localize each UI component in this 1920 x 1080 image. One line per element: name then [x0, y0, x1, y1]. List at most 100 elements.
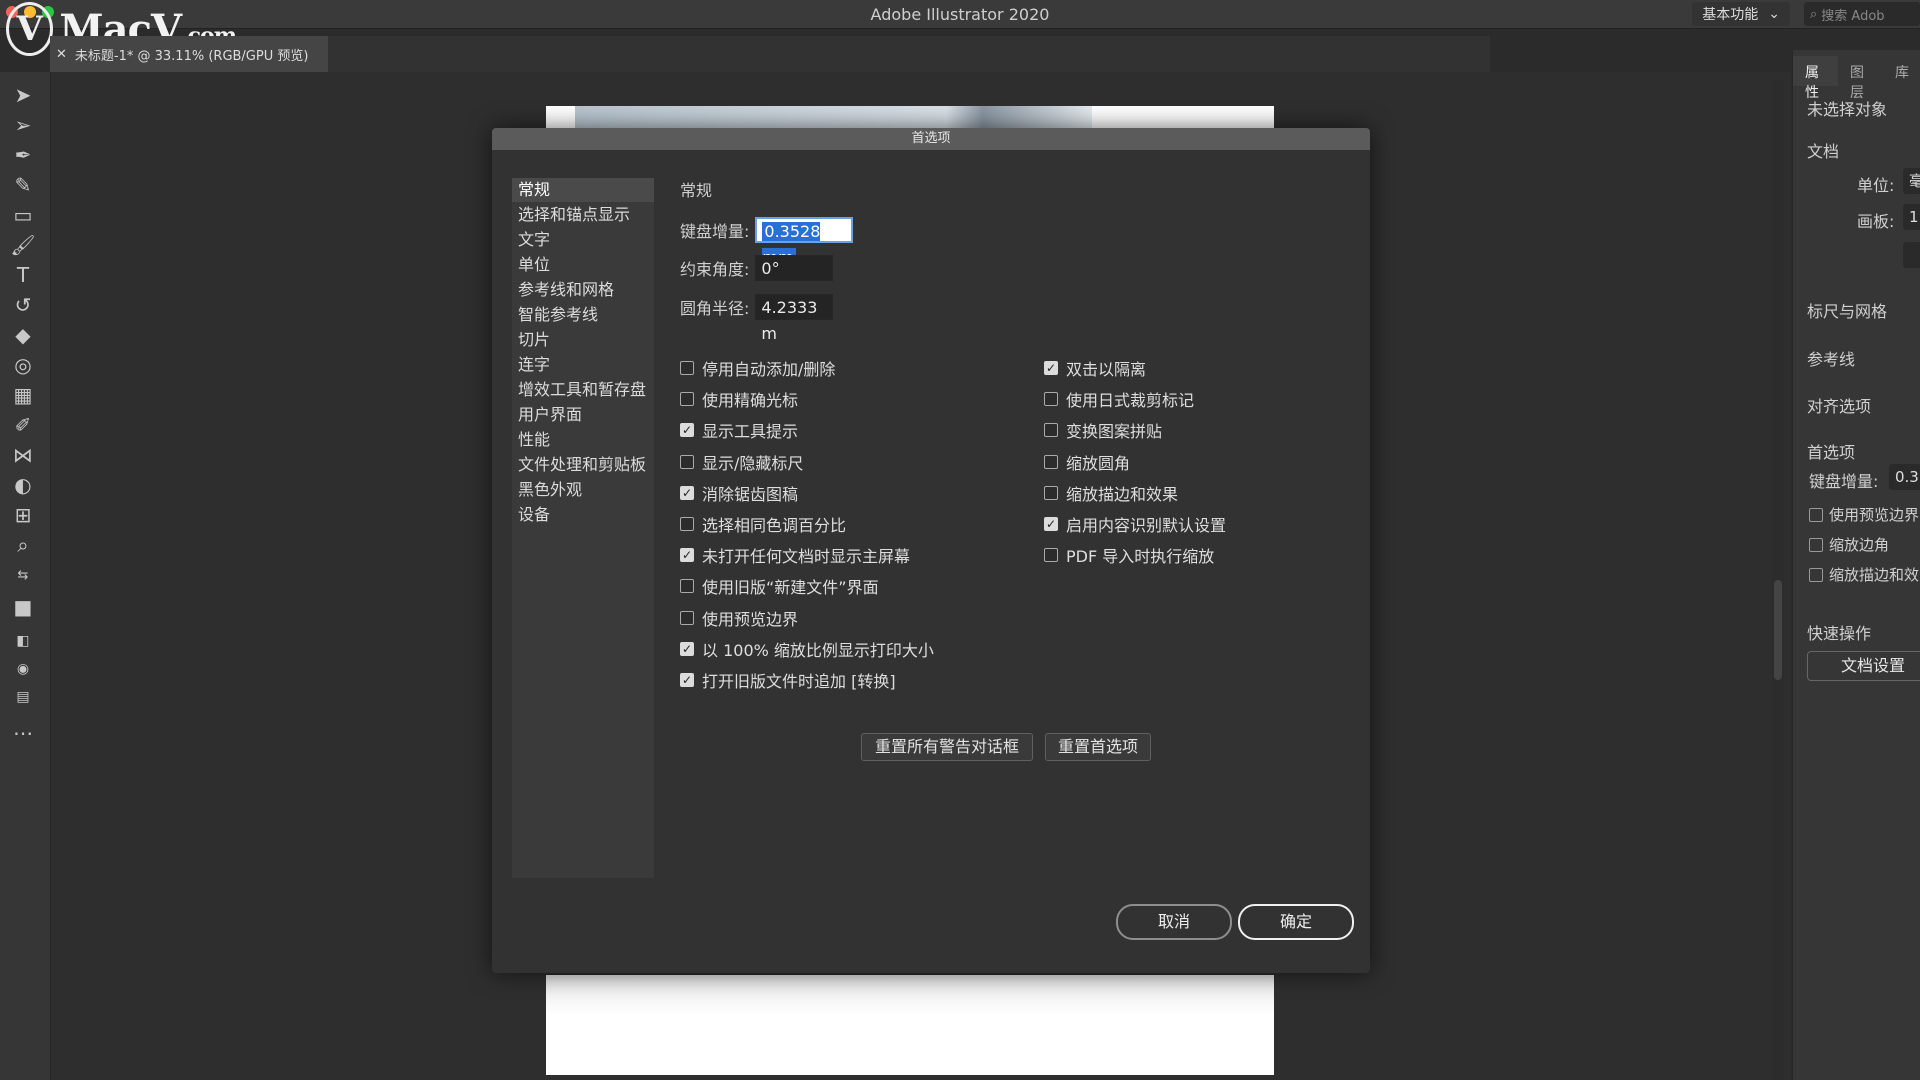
constrain-angle-input[interactable]: 0° — [755, 255, 834, 281]
fill-stroke-icon[interactable]: ■ — [10, 594, 36, 620]
curvature-tool-icon[interactable]: ✎ — [10, 172, 36, 198]
nav-item-performance[interactable]: 性能 — [512, 428, 654, 452]
paintbrush-tool-icon[interactable]: 🖌 — [10, 232, 36, 258]
nav-item-plugins[interactable]: 增效工具和暂存盘 — [512, 378, 654, 402]
checkbox-unchecked[interactable] — [680, 610, 694, 625]
gradient-tool-icon[interactable]: ▦ — [10, 382, 36, 408]
checkbox-unchecked[interactable] — [1044, 485, 1058, 500]
document-setup-button[interactable]: 文档设置 — [1807, 651, 1920, 681]
nav-item-hyphenation[interactable]: 连字 — [512, 353, 654, 377]
edit-artboards-button[interactable] — [1903, 242, 1920, 268]
document-tab[interactable]: ✕ 未标题-1* @ 33.11% (RGB/GPU 预览) — [50, 36, 328, 72]
nav-item-slices[interactable]: 切片 — [512, 328, 654, 352]
checkbox-unchecked[interactable] — [1044, 392, 1058, 407]
checkbox-unchecked[interactable] — [1044, 548, 1058, 563]
checkbox-row[interactable]: ✓ 打开旧版文件时追加 [转换] — [680, 668, 896, 692]
nav-item-guides-grid[interactable]: 参考线和网格 — [512, 278, 654, 302]
scroll-thumb[interactable] — [1774, 580, 1782, 680]
artboard-input[interactable]: 1 — [1903, 204, 1920, 230]
nav-item-smart-guides[interactable]: 智能参考线 — [512, 303, 654, 327]
checkbox-row[interactable]: 使用预览边界 — [680, 606, 798, 630]
checkbox-unchecked[interactable] — [680, 517, 694, 531]
type-tool-icon[interactable]: T — [10, 262, 36, 288]
checkbox-checked[interactable]: ✓ — [680, 423, 694, 438]
eraser-tool-icon[interactable]: ◆ — [10, 322, 36, 348]
direct-selection-tool-icon[interactable]: ➢ — [10, 112, 36, 138]
tab-properties[interactable]: 属性 — [1793, 56, 1838, 101]
checkbox-row[interactable]: 显示/隐藏标尺 — [680, 450, 803, 474]
nav-item-type[interactable]: 文字 — [512, 228, 654, 252]
checkbox-unchecked[interactable] — [1044, 423, 1058, 438]
checkbox-row[interactable]: 使用精确光标 — [680, 387, 798, 411]
checkbox-row[interactable]: 使用旧版“新建文件”界面 — [680, 574, 879, 598]
nav-item-devices[interactable]: 设备 — [512, 503, 654, 527]
checkbox-label: 缩放描边和效果 — [1066, 484, 1179, 504]
rotate-tool-icon[interactable]: ↺ — [10, 292, 36, 318]
cancel-button[interactable]: 取消 — [1116, 904, 1232, 940]
nav-item-file-handling[interactable]: 文件处理和剪贴板 — [512, 453, 654, 477]
more-tools-icon[interactable]: ⋯ — [10, 720, 36, 746]
eyedropper-tool-icon[interactable]: ✐ — [10, 412, 36, 438]
shape-builder-icon[interactable]: ◎ — [10, 352, 36, 378]
nav-item-units[interactable]: 单位 — [512, 253, 654, 277]
checkbox-unchecked[interactable] — [680, 392, 694, 407]
checkbox-unchecked[interactable] — [680, 361, 694, 375]
checkbox-checked[interactable]: ✓ — [680, 548, 694, 563]
width-tool-icon[interactable]: ⋈ — [10, 442, 36, 468]
checkbox-label: 使用日式裁剪标记 — [1066, 391, 1195, 411]
screen-mode-icon[interactable]: ▤ — [10, 684, 36, 710]
close-tab-icon[interactable]: ✕ — [56, 47, 67, 62]
pen-tool-icon[interactable]: ✒ — [10, 142, 36, 168]
snap-options-label: 对齐选项 — [1807, 397, 1872, 416]
tab-layers[interactable]: 图层 — [1838, 56, 1883, 101]
checkbox-checked[interactable]: ✓ — [1044, 517, 1058, 531]
selection-tool-icon[interactable]: ➤ — [10, 82, 36, 108]
draw-mode-icon[interactable]: ◉ — [10, 656, 36, 682]
checkbox-checked[interactable]: ✓ — [680, 673, 694, 687]
checkbox-row[interactable]: 选择相同色调百分比 — [680, 512, 846, 536]
scale-corners-checkbox[interactable] — [1809, 538, 1823, 552]
checkbox-row[interactable]: 缩放描边和效果 — [1044, 481, 1178, 505]
blend-tool-icon[interactable]: ◐ — [10, 472, 36, 498]
corner-radius-input[interactable]: 4.2333 m — [755, 294, 834, 343]
reset-warnings-button[interactable]: 重置所有警告对话框 — [861, 733, 1033, 761]
checkbox-checked[interactable]: ✓ — [680, 641, 694, 656]
checkbox-row[interactable]: 使用日式裁剪标记 — [1044, 387, 1194, 411]
vertical-scrollbar[interactable] — [1772, 80, 1784, 1080]
checkbox-row[interactable]: ✓ 显示工具提示 — [680, 418, 798, 442]
use-preview-bounds-checkbox[interactable] — [1809, 508, 1823, 522]
keyboard-increment-input[interactable]: 0.35 — [1889, 464, 1920, 490]
checkbox-label: 未打开任何文档时显示主屏幕 — [702, 547, 911, 567]
artboard-tool-icon[interactable]: ⊞ — [10, 502, 36, 528]
checkbox-row[interactable]: ✓ 消除锯齿图稿 — [680, 481, 798, 505]
unit-select[interactable]: 毫 — [1903, 168, 1920, 194]
reset-preferences-button[interactable]: 重置首选项 — [1045, 733, 1151, 761]
nav-item-selection-anchor[interactable]: 选择和锚点显示 — [512, 203, 654, 227]
checkbox-row[interactable]: ✓ 启用内容识别默认设置 — [1044, 512, 1226, 536]
swap-colors-icon[interactable]: ⇆ — [10, 562, 36, 588]
nav-item-user-interface[interactable]: 用户界面 — [512, 403, 654, 427]
checkbox-row[interactable]: 停用自动添加/删除 — [680, 356, 835, 380]
checkbox-row[interactable]: ✓ 以 100% 缩放比例显示打印大小 — [680, 637, 934, 661]
nav-item-general[interactable]: 常规 — [512, 178, 654, 202]
checkbox-unchecked[interactable] — [1044, 454, 1058, 469]
keyboard-increment-input[interactable]: 0.3528 mm — [755, 217, 854, 267]
rectangle-tool-icon[interactable]: ▭ — [10, 202, 36, 228]
scale-strokes-checkbox[interactable] — [1809, 568, 1823, 582]
nav-item-black-appearance[interactable]: 黑色外观 — [512, 478, 654, 502]
checkbox-row[interactable]: ✓ 未打开任何文档时显示主屏幕 — [680, 543, 910, 567]
checkbox-unchecked[interactable] — [680, 454, 694, 469]
search-field[interactable]: ⌕ 搜索 Adob — [1804, 2, 1920, 26]
checkbox-checked[interactable]: ✓ — [680, 485, 694, 500]
checkbox-row[interactable]: ✓ 双击以隔离 — [1044, 356, 1146, 380]
checkbox-unchecked[interactable] — [680, 579, 694, 594]
checkbox-row[interactable]: 缩放圆角 — [1044, 450, 1130, 474]
color-mode-icon[interactable]: ◧ — [10, 628, 36, 654]
checkbox-row[interactable]: PDF 导入时执行缩放 — [1044, 543, 1214, 567]
ok-button[interactable]: 确定 — [1238, 904, 1354, 940]
zoom-tool-icon[interactable]: ⌕ — [10, 532, 36, 558]
checkbox-row[interactable]: 变换图案拼贴 — [1044, 418, 1162, 442]
workspace-switcher[interactable]: 基本功能 ⌄ — [1692, 2, 1790, 26]
checkbox-checked[interactable]: ✓ — [1044, 361, 1058, 375]
tab-libraries[interactable]: 库 — [1883, 56, 1920, 86]
